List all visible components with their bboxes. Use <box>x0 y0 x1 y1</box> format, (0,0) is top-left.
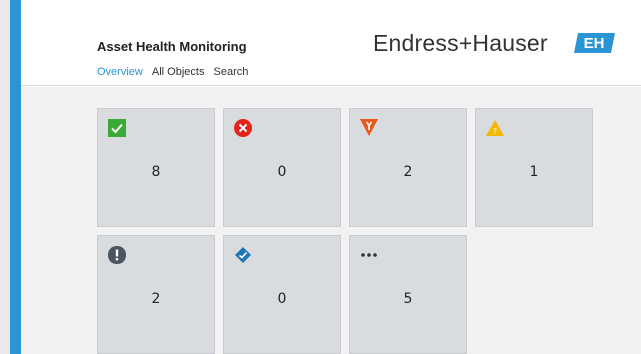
tile-other-count: 5 <box>403 291 413 307</box>
eh-logo-text: EH <box>584 35 605 52</box>
status-overview: 8 0 2 ? 1 2 0 5 <box>21 87 641 354</box>
tile-warning-count: 1 <box>529 164 539 180</box>
tile-ok[interactable]: 8 <box>97 108 215 227</box>
tile-maintenance[interactable]: 2 <box>349 108 467 227</box>
tab-all-objects[interactable]: All Objects <box>152 66 205 78</box>
check-icon <box>108 119 126 137</box>
warning-icon: ? <box>486 120 504 136</box>
eh-logo: EH <box>574 33 615 53</box>
tile-failure-count: 0 <box>277 164 287 180</box>
tab-search[interactable]: Search <box>214 66 249 78</box>
exclamation-icon <box>108 246 126 264</box>
nav-tabs: Overview All Objects Search <box>97 66 254 78</box>
svg-text:?: ? <box>493 127 497 136</box>
tile-out-of-spec[interactable]: 2 <box>97 235 215 354</box>
tile-maintenance-count: 2 <box>403 164 413 180</box>
tile-ok-count: 8 <box>151 164 161 180</box>
left-accent-bar <box>10 0 21 354</box>
tile-out-of-spec-count: 2 <box>151 291 161 307</box>
maintenance-icon <box>360 119 378 136</box>
tile-other[interactable]: 5 <box>349 235 467 354</box>
more-icon <box>361 253 377 257</box>
tile-function-check[interactable]: 0 <box>223 235 341 354</box>
tile-function-check-count: 0 <box>277 291 287 307</box>
check-function-icon <box>235 247 251 263</box>
app-title: Asset Health Monitoring <box>97 39 247 54</box>
tile-warning[interactable]: ? 1 <box>475 108 593 227</box>
tile-failure[interactable]: 0 <box>223 108 341 227</box>
brand-name: Endress+Hauser <box>373 30 548 56</box>
tab-overview[interactable]: Overview <box>97 66 143 78</box>
left-edge <box>0 0 10 354</box>
header: Asset Health Monitoring Overview All Obj… <box>21 0 641 86</box>
error-icon <box>234 119 252 137</box>
